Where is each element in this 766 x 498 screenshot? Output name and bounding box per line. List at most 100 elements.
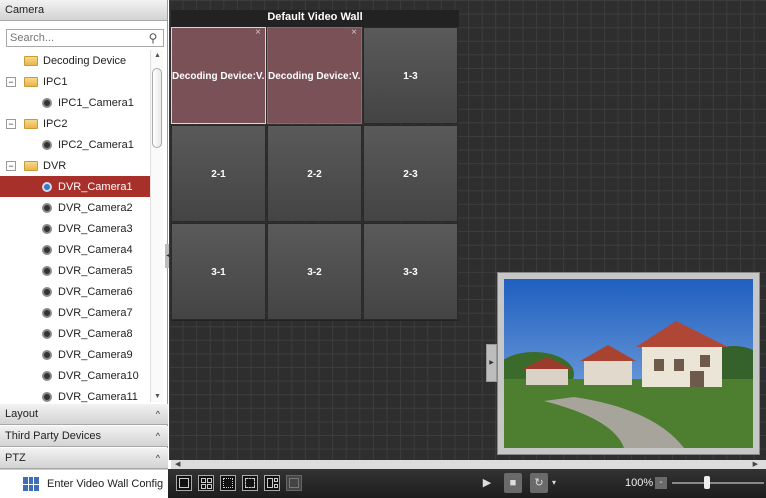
tree-item-label: DVR_Camera4 xyxy=(58,243,133,256)
wall-tile[interactable]: Decoding Device:V... × xyxy=(171,27,266,124)
layout-section-header[interactable]: Layout ^ xyxy=(0,404,168,425)
third-party-section-header[interactable]: Third Party Devices ^ xyxy=(0,426,168,447)
tree-item-label: IPC1 xyxy=(43,75,68,88)
camera-icon xyxy=(42,265,52,276)
collapse-icon[interactable]: − xyxy=(6,76,16,87)
tile-label: 3-2 xyxy=(307,267,322,278)
bottom-toolbar: ▶ ■ ↻ ▾ 100% - xyxy=(168,469,766,498)
scroll-down-icon[interactable]: ▼ xyxy=(151,393,164,400)
tree-item-label: Decoding Device xyxy=(43,54,127,67)
camera-icon xyxy=(42,181,52,192)
tree-item-label: DVR_Camera2 xyxy=(58,201,133,214)
tree-item-label: DVR_Camera1 xyxy=(58,180,133,193)
chevron-up-icon: ^ xyxy=(155,453,160,463)
camera-tree: Decoding Device − IPC1 IPC1_Camera1 − IPC2 IPC… xyxy=(0,50,150,403)
tile-label: 3-3 xyxy=(403,267,418,278)
tree-camera[interactable]: IPC1_Camera1 xyxy=(0,92,150,113)
folder-icon xyxy=(24,55,38,66)
search-icon[interactable]: ⚲ xyxy=(143,31,163,45)
collapse-icon[interactable]: − xyxy=(6,160,16,171)
tree-camera[interactable]: DVR_Camera7 xyxy=(0,302,150,323)
chevron-up-icon: ^ xyxy=(155,431,160,441)
wall-tile[interactable]: 3-1 xyxy=(171,223,266,320)
close-icon[interactable]: × xyxy=(255,28,261,38)
close-icon[interactable]: × xyxy=(351,28,357,38)
play-icon[interactable]: ▶ xyxy=(478,473,496,493)
wall-tile[interactable]: 2-1 xyxy=(171,125,266,222)
camera-icon xyxy=(42,307,52,318)
tree-camera[interactable]: IPC2_Camera1 xyxy=(0,134,150,155)
refresh-icon[interactable]: ↻ xyxy=(530,473,548,493)
layout-2x2-icon[interactable] xyxy=(198,475,214,491)
camera-section-header[interactable]: Camera xyxy=(0,0,167,21)
tile-label: 2-2 xyxy=(307,169,322,180)
stop-icon[interactable]: ■ xyxy=(504,473,522,493)
tree-item-label: DVR_Camera9 xyxy=(58,348,133,361)
tree-item-label: DVR_Camera3 xyxy=(58,222,133,235)
folder-icon xyxy=(24,76,38,87)
preview-window[interactable] xyxy=(497,272,760,455)
scroll-right-icon[interactable]: ▶ xyxy=(753,460,758,469)
wall-tile[interactable]: 3-3 xyxy=(363,223,458,320)
tree-camera[interactable]: DVR_Camera8 xyxy=(0,323,150,344)
tree-camera[interactable]: DVR_Camera5 xyxy=(0,260,150,281)
left-panel: Camera ⚲ Decoding Device − IPC1 IPC1_Camera… xyxy=(0,0,168,498)
wall-bottom-edge xyxy=(171,320,459,321)
zoom-slider-track[interactable] xyxy=(672,482,764,484)
search-input[interactable] xyxy=(7,30,143,46)
tree-camera[interactable]: DVR_Camera10 xyxy=(0,365,150,386)
preview-image xyxy=(504,279,753,448)
tree-folder[interactable]: − IPC1 xyxy=(0,71,150,92)
tree-camera[interactable]: DVR_Camera9 xyxy=(0,344,150,365)
tree-item-label: DVR xyxy=(43,159,67,172)
tree-camera[interactable]: DVR_Camera4 xyxy=(0,239,150,260)
layout-custom-icon[interactable] xyxy=(264,475,280,491)
video-wall-icon xyxy=(23,477,39,491)
zoom-out-button[interactable]: - xyxy=(655,477,667,489)
canvas-horizontal-scrollbar[interactable]: ◀ ▶ xyxy=(171,460,766,469)
wall-tile[interactable]: 2-3 xyxy=(363,125,458,222)
tile-label: Decoding Device:V... xyxy=(172,71,266,82)
camera-icon xyxy=(42,349,52,360)
ptz-section-title: PTZ xyxy=(5,452,26,464)
search-box: ⚲ xyxy=(6,29,164,47)
zoom-slider-knob[interactable] xyxy=(703,476,710,489)
scroll-left-icon[interactable]: ◀ xyxy=(175,460,180,469)
collapse-icon[interactable]: − xyxy=(6,118,16,129)
tree-item-label: DVR_Camera6 xyxy=(58,285,133,298)
wall-tile[interactable]: 2-2 xyxy=(267,125,362,222)
layout-1x1-icon[interactable] xyxy=(176,475,192,491)
video-wall-title: Default Video Wall xyxy=(171,10,459,27)
collapse-preview-handle[interactable]: ▶ xyxy=(486,344,497,382)
folder-icon xyxy=(24,118,38,129)
tree-camera[interactable]: DVR_Camera3 xyxy=(0,218,150,239)
layout-4x4-icon[interactable] xyxy=(242,475,258,491)
tree-camera[interactable]: DVR_Camera2 xyxy=(0,197,150,218)
camera-icon xyxy=(42,328,52,339)
tree-camera[interactable]: DVR_Camera1 xyxy=(0,176,150,197)
tree-folder[interactable]: Decoding Device xyxy=(0,50,150,71)
chevron-up-icon: ^ xyxy=(155,409,160,419)
camera-section-title: Camera xyxy=(5,4,45,16)
tree-scrollbar[interactable]: ▲ ▼ xyxy=(150,50,163,402)
scrollbar-thumb[interactable] xyxy=(152,68,162,148)
wall-tile[interactable]: 3-2 xyxy=(267,223,362,320)
layout-3x3-icon[interactable] xyxy=(220,475,236,491)
camera-icon xyxy=(42,370,52,381)
tree-camera[interactable]: DVR_Camera6 xyxy=(0,281,150,302)
wall-tile[interactable]: Decoding Device:V... × xyxy=(267,27,362,124)
scroll-up-icon[interactable]: ▲ xyxy=(151,52,164,59)
tree-folder[interactable]: − DVR xyxy=(0,155,150,176)
camera-icon xyxy=(42,202,52,213)
tree-item-label: DVR_Camera8 xyxy=(58,327,133,340)
refresh-dropdown-icon[interactable]: ▾ xyxy=(550,473,558,493)
ptz-section-header[interactable]: PTZ ^ xyxy=(0,448,168,469)
wall-tile[interactable]: 1-3 xyxy=(363,27,458,124)
layout-disabled-icon xyxy=(286,475,302,491)
zoom-level: 100% xyxy=(625,477,654,489)
tree-folder[interactable]: − IPC2 xyxy=(0,113,150,134)
folder-icon xyxy=(24,160,38,171)
enter-video-wall-config-button[interactable]: Enter Video Wall Config xyxy=(0,469,168,498)
tile-label: Decoding Device:V... xyxy=(268,71,362,82)
tree-item-label: DVR_Camera10 xyxy=(58,369,139,382)
